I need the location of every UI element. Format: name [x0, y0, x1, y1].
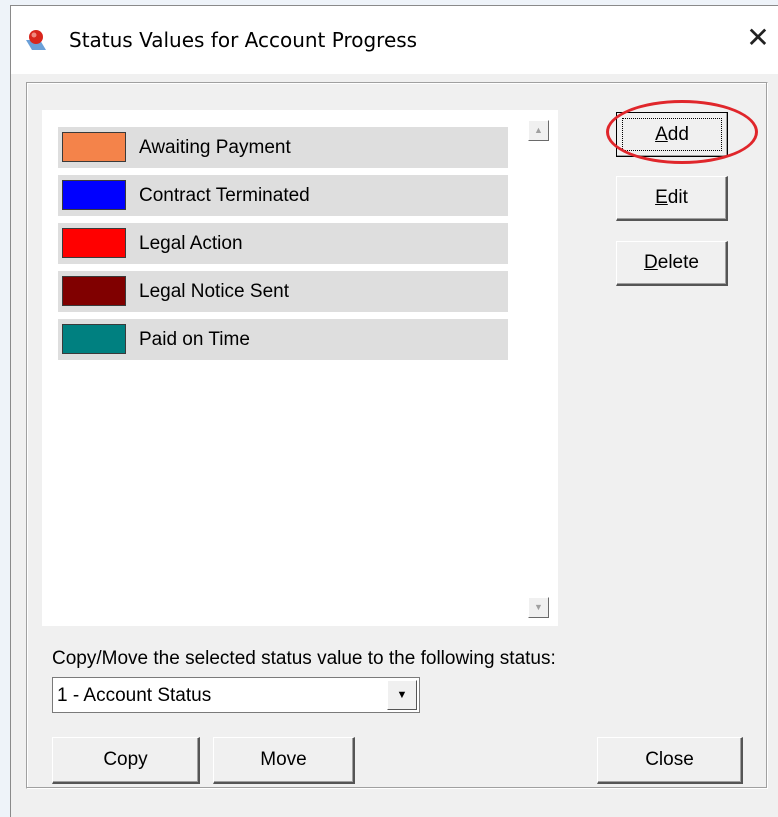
copy-button-label: Copy: [103, 749, 148, 770]
list-item-label: Paid on Time: [139, 329, 250, 350]
close-button-label: Close: [645, 749, 694, 770]
list-item[interactable]: Legal Action: [58, 223, 508, 264]
list-scrollbar[interactable]: ▲ ▼: [518, 110, 558, 626]
copy-move-label: Copy/Move the selected status value to t…: [52, 648, 556, 669]
move-button-label: Move: [260, 749, 307, 770]
close-button[interactable]: Close: [597, 737, 743, 784]
color-swatch: [62, 276, 126, 306]
edit-button-label: Edit: [655, 187, 688, 208]
delete-button[interactable]: Delete: [616, 241, 728, 286]
dropdown-arrow-icon[interactable]: ▼: [387, 680, 417, 710]
add-button-label: Add: [655, 123, 689, 145]
delete-button-label: Delete: [644, 252, 699, 273]
target-status-select[interactable]: 1 - Account Status ▼: [52, 677, 420, 713]
color-swatch: [62, 324, 126, 354]
list-item[interactable]: Paid on Time: [58, 319, 508, 360]
scroll-up-arrow-icon[interactable]: ▲: [528, 120, 549, 141]
copy-button[interactable]: Copy: [52, 737, 200, 784]
color-swatch: [62, 228, 126, 258]
color-swatch: [62, 180, 126, 210]
move-button[interactable]: Move: [213, 737, 355, 784]
select-value: 1 - Account Status: [57, 685, 212, 706]
scroll-down-arrow-icon[interactable]: ▼: [528, 597, 549, 618]
list-item-label: Awaiting Payment: [139, 137, 291, 158]
list-item[interactable]: Legal Notice Sent: [58, 271, 508, 312]
list-item-label: Legal Action: [139, 233, 243, 254]
list-item-label: Contract Terminated: [139, 185, 310, 206]
edit-button[interactable]: Edit: [616, 176, 728, 221]
title-bar: Status Values for Account Progress ✕: [11, 6, 778, 74]
status-list[interactable]: Awaiting Payment Contract Terminated Leg…: [42, 110, 518, 626]
list-item[interactable]: Awaiting Payment: [58, 127, 508, 168]
close-icon[interactable]: ✕: [744, 22, 772, 54]
window-title: Status Values for Account Progress: [69, 28, 418, 52]
app-logo-icon: [26, 30, 46, 50]
list-item[interactable]: Contract Terminated: [58, 175, 508, 216]
list-item-label: Legal Notice Sent: [139, 281, 289, 302]
color-swatch: [62, 132, 126, 162]
add-button[interactable]: Add: [616, 112, 728, 157]
